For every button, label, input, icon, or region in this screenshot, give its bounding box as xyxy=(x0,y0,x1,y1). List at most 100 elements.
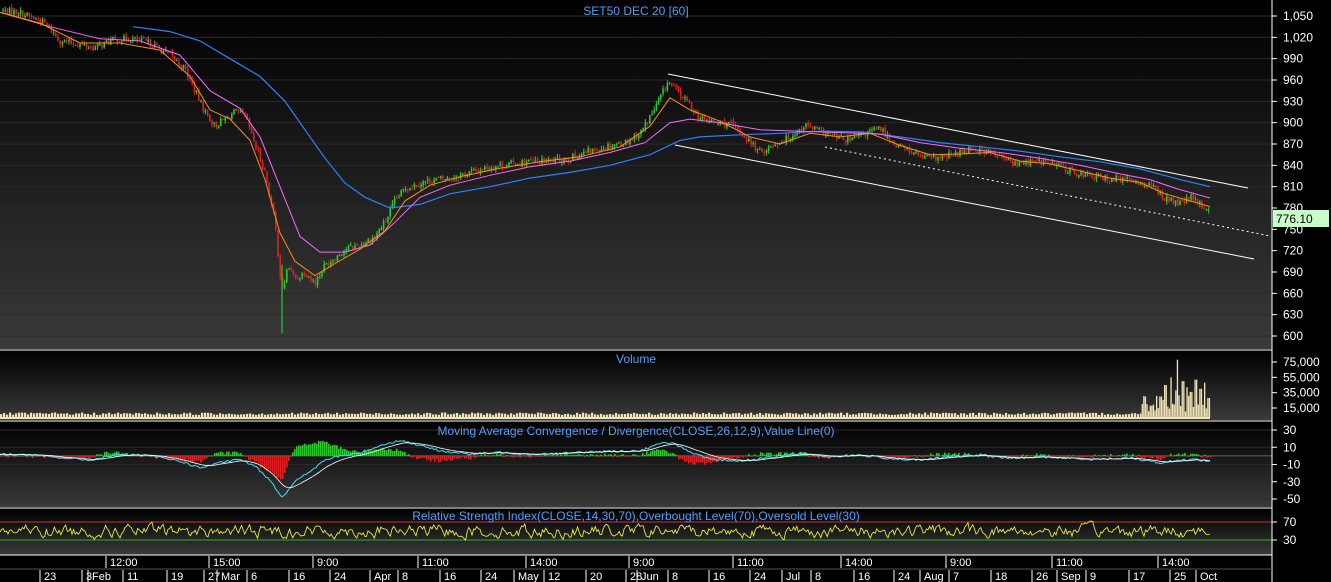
macd-hist-bar xyxy=(328,443,330,456)
volume-bar xyxy=(765,413,768,417)
volume-bar xyxy=(1143,395,1145,417)
macd-hist-bar xyxy=(506,454,508,456)
volume-bar xyxy=(552,413,555,417)
volume-bar xyxy=(1032,413,1035,417)
volume-bar xyxy=(975,414,978,417)
macd-hist-bar xyxy=(1200,455,1202,458)
volume-bar xyxy=(117,412,120,417)
volume-bar xyxy=(429,413,432,417)
volume-bar xyxy=(816,414,819,417)
x-time-label: 14:00 xyxy=(845,557,873,569)
candle-body xyxy=(79,44,81,48)
volume-bar xyxy=(303,413,306,417)
volume-bar xyxy=(645,414,648,417)
candle-body xyxy=(682,96,684,99)
macd-hist-bar xyxy=(1050,455,1052,457)
volume-bar xyxy=(186,413,189,417)
volume-bar xyxy=(606,414,609,417)
volume-bar xyxy=(1080,412,1083,417)
candle-body xyxy=(677,86,680,92)
candle-body xyxy=(655,103,658,110)
candle-body xyxy=(398,196,400,198)
macd-hist-bar xyxy=(536,455,538,457)
volume-bar xyxy=(999,413,1002,417)
macd-hist-bar xyxy=(926,455,928,457)
candle-body xyxy=(873,127,875,130)
candle-body xyxy=(1007,159,1010,161)
macd-hist-bar xyxy=(510,455,512,458)
volume-bar xyxy=(903,414,906,417)
candle-body xyxy=(803,127,805,131)
macd-hist-bar xyxy=(224,454,226,456)
volume-bar xyxy=(990,414,993,417)
volume-bar xyxy=(249,413,252,417)
y-tick-label: 30 xyxy=(1283,533,1297,547)
candle-body xyxy=(882,128,884,132)
volume-bar xyxy=(18,412,21,417)
candle-body xyxy=(475,169,477,171)
candle-body xyxy=(948,152,950,158)
candle-body xyxy=(1172,197,1175,204)
macd-hist-bar xyxy=(1156,455,1158,461)
candle-body xyxy=(763,152,765,154)
macd-hist-bar xyxy=(710,455,712,464)
volume-bar xyxy=(654,414,657,417)
macd-hist-bar xyxy=(374,449,376,456)
candle-body xyxy=(99,43,101,45)
volume-bar xyxy=(822,414,825,417)
macd-hist-bar xyxy=(96,454,98,456)
macd-hist-bar xyxy=(638,455,640,457)
macd-hist-bar xyxy=(94,455,96,458)
macd-hist-bar xyxy=(902,455,904,459)
volume-bar xyxy=(309,414,312,417)
volume-bar xyxy=(855,414,858,417)
macd-hist-bar xyxy=(440,455,442,462)
volume-bar xyxy=(705,414,708,417)
candle-body xyxy=(261,161,264,170)
candle-body xyxy=(94,47,97,51)
volume-bar xyxy=(432,414,435,417)
macd-hist-bar xyxy=(900,455,902,457)
y-tick-label: 930 xyxy=(1283,94,1303,108)
candle-body xyxy=(761,148,763,152)
macd-hist-bar xyxy=(208,455,210,457)
candle-body xyxy=(352,246,354,250)
volume-bar xyxy=(21,412,24,417)
candle-body xyxy=(176,60,178,62)
candle-body xyxy=(1009,159,1012,162)
macd-hist-bar xyxy=(248,455,250,461)
candle-body xyxy=(387,216,389,223)
candle-body xyxy=(662,88,664,94)
volume-bar xyxy=(1011,414,1014,417)
macd-hist-bar xyxy=(642,452,644,456)
candle-body xyxy=(580,153,583,156)
macd-hist-bar xyxy=(910,455,912,457)
volume-bar xyxy=(594,414,597,417)
macd-hist-bar xyxy=(16,455,18,457)
volume-bar xyxy=(603,414,606,417)
macd-hist-bar xyxy=(286,455,288,468)
volume-bar xyxy=(756,413,759,417)
macd-hist-bar xyxy=(498,454,500,456)
x-tick-label: Feb xyxy=(92,571,111,582)
candle-body xyxy=(422,181,424,186)
candle-body xyxy=(1207,209,1210,211)
macd-hist-bar xyxy=(388,448,390,456)
macd-hist-bar xyxy=(1076,455,1078,457)
macd-hist-bar xyxy=(706,455,708,464)
volume-bar xyxy=(24,412,27,417)
candle-body xyxy=(1177,199,1179,206)
candle-body xyxy=(292,269,295,275)
candle-body xyxy=(101,44,103,48)
macd-hist-bar xyxy=(700,455,702,463)
x-time-label: 9:00 xyxy=(633,557,654,569)
candle-body xyxy=(354,245,356,249)
macd-hist-bar xyxy=(1190,453,1192,456)
macd-hist-bar xyxy=(726,455,728,459)
volume-bar xyxy=(1144,396,1147,417)
macd-hist-bar xyxy=(246,455,248,457)
volume-bar xyxy=(465,414,468,417)
candle-body xyxy=(759,148,761,150)
macd-hist-bar xyxy=(420,455,422,459)
candle-body xyxy=(1192,194,1194,200)
